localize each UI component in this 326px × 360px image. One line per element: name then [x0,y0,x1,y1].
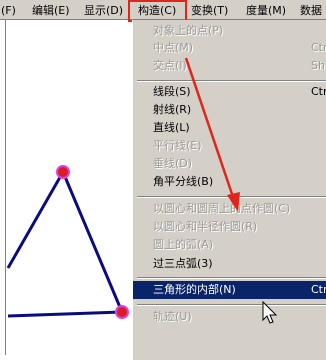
triangle-vertex-bottom-right[interactable] [115,305,129,319]
menu-item-ray[interactable]: 射线(R) [133,101,326,119]
menu-item-intersection: 交点(I)Shi [153,59,326,72]
menu-item-triangle-interior[interactable]: 三角形的内部(N) Ctr [133,281,326,299]
menu-measure[interactable]: 度量(M) [246,3,286,18]
triangle-side-left[interactable] [6,171,65,269]
triangle-vertex-top[interactable] [56,165,70,179]
menu-display[interactable]: 显示(D) [84,3,123,18]
menu-data[interactable]: 数据 [300,3,322,18]
construct-dropdown-menu: 对象上的点(P) 中点(M)Ctr 交点(I)Shi 线段(S)Ctr 射线(R… [132,20,326,360]
menu-item-midpoint: 中点(M) Ctr [153,41,326,54]
menu-item-circle-center-point: 以圆心和圆周上的点作圆(C) [153,202,291,215]
menu-item-arc-on-circle: 圆上的弧(A) [153,238,214,251]
menu-item-line[interactable]: 直线(L) [133,119,326,137]
menu-item-perpendicular-line: 垂线(D) [153,157,193,170]
triangle-side-bottom[interactable] [7,310,123,318]
menu-separator [137,196,326,198]
sketch-canvas[interactable] [0,20,134,355]
menu-item-circle-center-radius: 以圆心和半径作圆(R) [153,220,258,233]
menu-item-arc-three-points[interactable]: 过三点弧(3) [133,255,326,273]
menu-separator [137,304,326,306]
menu-item-locus: 轨迹(U) [153,310,192,323]
menu-item-point-on-object: 对象上的点(P) [153,24,224,37]
triangle-side-right[interactable] [61,171,124,313]
menu-separator [137,277,326,279]
menu-edit[interactable]: 编辑(E) [32,3,70,18]
menu-transform[interactable]: 变换(T) [191,3,228,18]
construct-menu-highlight-box [128,0,187,22]
menu-item-segment[interactable]: 线段(S) Ctr [133,83,326,101]
menu-item-parallel-line: 平行线(E) [153,139,202,152]
menu-file[interactable]: (F) [1,3,16,18]
menu-item-angle-bisector[interactable]: 角平分线(B) [133,173,326,191]
menu-separator [137,80,326,82]
